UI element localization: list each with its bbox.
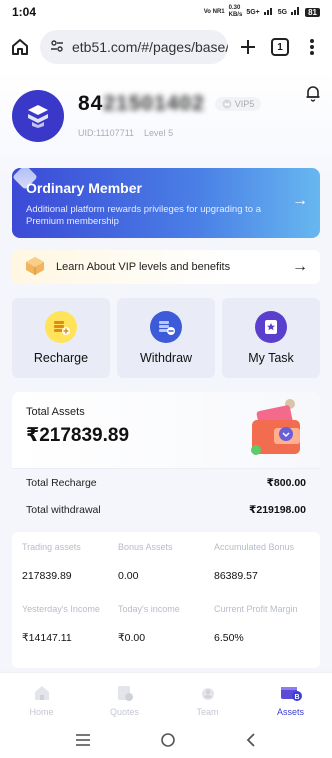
tab-label: Quotes [109,706,140,717]
stat-accumulated-bonus: Accumulated Bonus 86389.57 [214,538,310,600]
status-time: 1:04 [12,5,37,19]
signal-icon [263,6,274,18]
arrow-right-icon: → [292,192,308,209]
volte-indicator: Vo NR1 [203,8,225,15]
status-bar: 1:04 Vo NR1 0.30 KB/s 5G+ 5G 81 [0,0,332,24]
home-icon[interactable] [8,35,32,59]
battery-indicator: 81 [305,7,320,17]
membership-card[interactable]: Ordinary Member Additional platform rewa… [12,168,320,238]
stat-value: 217839.89 [22,570,72,582]
stats-grid: Trading assets 217839.89 Bonus Assets 0.… [12,532,320,668]
team-icon [201,687,214,700]
tab-switcher-button[interactable]: 1 [268,35,292,59]
tab-quotes[interactable]: Quotes [83,673,166,726]
home-nav-icon[interactable] [160,732,176,753]
uid-text: UID:11107711 [78,128,135,138]
assets-card: Total Assets ₹217839.89 Total Recharge ₹… [12,392,320,524]
home-icon [34,685,49,700]
recharge-icon [45,311,77,343]
browser-toolbar: etb51.com/#/pages/base/i 1 [0,24,332,70]
stat-label: Current Profit Margin [214,604,298,614]
stat-value: ₹14147.11 [22,632,72,644]
withdraw-label: Withdraw [139,351,193,365]
total-withdrawal-label: Total withdrawal [26,504,101,516]
system-indicators: Vo NR1 0.30 KB/s 5G+ 5G 81 [204,5,320,19]
avatar[interactable] [12,90,64,142]
total-assets-section: Total Assets ₹217839.89 [12,392,320,468]
more-menu-icon[interactable] [300,35,324,59]
withdraw-button[interactable]: Withdraw [117,298,215,378]
assets-icon: B [280,686,302,701]
vip-badge: VIP5 [214,97,262,111]
net-speed: 0.30 KB/s [228,5,243,18]
quotes-icon [117,685,133,701]
stat-label: Yesterday's Income [22,604,100,614]
recent-apps-icon[interactable] [75,733,91,751]
brand-logo-icon [28,105,48,128]
vip-crown-icon [222,99,232,109]
withdraw-icon [150,311,182,343]
signal-icon-2 [291,6,301,18]
total-withdrawal-row: Total withdrawal ₹219198.00 [12,496,320,524]
phone-number: 8421501402 [78,92,205,115]
membership-description: Additional platform rewards privileges f… [26,204,261,227]
arrow-right-icon: → [292,258,308,275]
url-text: etb51.com/#/pages/base/i [72,39,228,55]
my-task-button[interactable]: My Task [222,298,320,378]
total-recharge-label: Total Recharge [26,476,97,489]
recharge-button[interactable]: Recharge [12,298,110,378]
tab-label: Home [29,706,54,717]
system-nav-bar [0,726,332,758]
stat-label: Bonus Assets [118,542,173,552]
tab-assets[interactable]: B Assets [249,673,332,726]
tab-label: Team [196,706,219,717]
stat-trading-assets: Trading assets 217839.89 [22,538,118,600]
tab-label: Assets [276,706,304,717]
wallet-illustration-icon [251,399,300,455]
vip-benefits-banner[interactable]: Learn About VIP levels and benefits → [12,250,320,284]
stat-label: Today's income [118,604,180,614]
profile-info: 8421501402 VIP5 UID:11107711 Level 5 [78,92,262,152]
stat-label: Accumulated Bonus [214,542,295,552]
network-5g-plus: 5G+ [246,8,260,16]
stat-yesterday-income: Yesterday's Income ₹14147.11 [22,600,118,662]
svg-text:B: B [294,694,299,701]
page-content: 8421501402 VIP5 UID:11107711 Level 5 Ord… [0,70,332,670]
task-icon [255,311,287,343]
total-recharge-value: ₹800.00 [266,476,306,489]
stat-profit-margin: Current Profit Margin 6.50% [214,600,310,662]
total-withdrawal-value: ₹219198.00 [249,504,306,516]
phone-number-blurred: 21501402 [103,92,205,115]
vip-benefits-text: Learn About VIP levels and benefits [56,261,231,273]
stat-value: ₹0.00 [118,632,146,644]
total-recharge-row: Total Recharge ₹800.00 [12,468,320,496]
stat-today-income: Today's income ₹0.00 [118,600,214,662]
tab-count: 1 [271,38,289,56]
recharge-label: Recharge [33,351,89,365]
back-icon[interactable] [245,732,257,752]
address-bar[interactable]: etb51.com/#/pages/base/i [40,30,228,64]
vip-box-icon [24,255,46,280]
stat-value: 6.50% [214,632,244,644]
stat-value: 86389.57 [214,570,258,582]
network-5g: 5G [277,8,288,16]
action-grid: Recharge Withdraw My Task [12,298,320,378]
tab-team[interactable]: Team [166,673,249,726]
level-text: Level 5 [144,128,174,138]
stat-value: 0.00 [118,570,139,582]
tab-home[interactable]: Home [0,673,83,726]
stat-bonus-assets: Bonus Assets 0.00 [118,538,214,600]
profile-header: 8421501402 VIP5 UID:11107711 Level 5 [0,70,332,162]
bottom-tab-bar: Home Quotes Team B Assets [0,672,332,726]
new-tab-icon[interactable] [236,35,260,59]
site-settings-icon[interactable] [50,39,64,56]
membership-title: Ordinary Member [26,180,142,196]
stat-label: Trading assets [22,542,81,552]
my-task-label: My Task [248,351,294,365]
notification-bell-icon[interactable] [304,84,322,107]
